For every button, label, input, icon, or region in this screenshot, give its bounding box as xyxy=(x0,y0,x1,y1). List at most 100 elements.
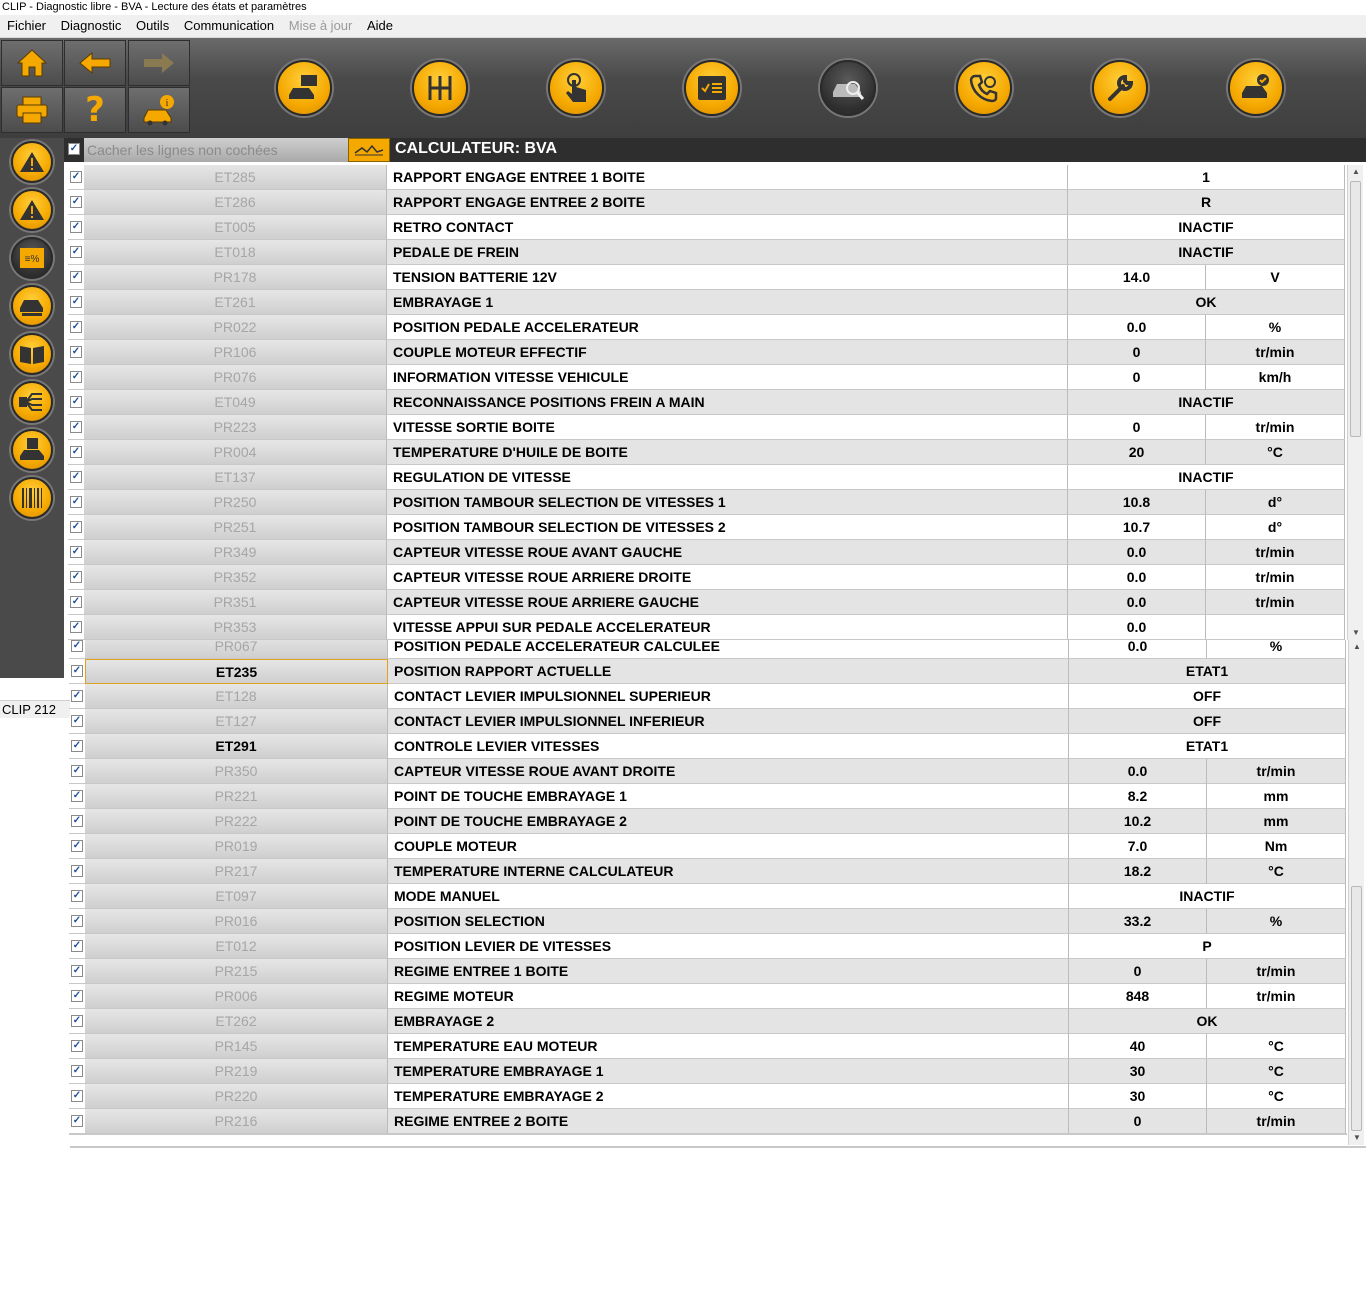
vehicle-diagnosis-button[interactable] xyxy=(820,60,876,116)
table-row[interactable]: ✓ PR223 VITESSE SORTIE BOITE 0 tr/min xyxy=(68,415,1346,440)
row-checkbox[interactable]: ✓ xyxy=(68,565,84,590)
row-checkbox[interactable]: ✓ xyxy=(69,959,85,984)
checklist-button[interactable] xyxy=(684,60,740,116)
help-button[interactable]: ? xyxy=(64,87,126,133)
table-row[interactable]: ✓ ET127 CONTACT LEVIER IMPULSIONNEL INFERI… xyxy=(69,709,1347,734)
wiring-button[interactable] xyxy=(11,381,53,423)
scroll-thumb[interactable] xyxy=(1350,181,1361,437)
touch-button[interactable] xyxy=(548,60,604,116)
table-row[interactable]: ✓ PR220 TEMPERATURE EMBRAYAGE 2 30 °C xyxy=(69,1084,1347,1109)
table-row[interactable]: ✓ PR145 TEMPERATURE EAU MOTEUR 40 °C xyxy=(69,1034,1347,1059)
menu-fichier[interactable]: Fichier xyxy=(3,15,50,37)
row-checkbox[interactable]: ✓ xyxy=(69,834,85,859)
scroll-thumb[interactable] xyxy=(1351,886,1362,1131)
row-checkbox[interactable]: ✓ xyxy=(68,490,84,515)
menu-outils[interactable]: Outils xyxy=(132,15,173,37)
row-checkbox[interactable]: ✓ xyxy=(68,340,84,365)
table-row[interactable]: ✓ PR215 REGIME ENTREE 1 BOITE 0 tr/min xyxy=(69,959,1347,984)
row-checkbox[interactable]: ✓ xyxy=(69,984,85,1009)
table-row[interactable]: ✓ PR221 POINT DE TOUCHE EMBRAYAGE 1 8.2 mm xyxy=(69,784,1347,809)
table-row[interactable]: ✓ ET286 RAPPORT ENGAGE ENTREE 2 BOITE R xyxy=(68,190,1346,215)
row-checkbox[interactable]: ✓ xyxy=(69,640,85,659)
row-checkbox[interactable]: ✓ xyxy=(69,1034,85,1059)
table-row[interactable]: ✓ PR353 VITESSE APPUI SUR PEDALE ACCELERAT… xyxy=(68,615,1346,640)
row-checkbox[interactable]: ✓ xyxy=(69,859,85,884)
row-checkbox[interactable]: ✓ xyxy=(69,1109,85,1133)
table-row[interactable]: ✓ ET097 MODE MANUEL INACTIF xyxy=(69,884,1347,909)
row-checkbox[interactable]: ✓ xyxy=(69,784,85,809)
table-row[interactable]: ✓ PR352 CAPTEUR VITESSE ROUE ARRIERE DROIT… xyxy=(68,565,1346,590)
row-checkbox[interactable]: ✓ xyxy=(69,659,85,684)
row-checkbox[interactable]: ✓ xyxy=(69,734,85,759)
table-row[interactable]: ✓ PR076 INFORMATION VITESSE VEHICULE 0 km/h xyxy=(68,365,1346,390)
table-row[interactable]: ✓ ET012 POSITION LEVIER DE VITESSES P xyxy=(69,934,1347,959)
row-checkbox[interactable]: ✓ xyxy=(68,190,84,215)
table-row[interactable]: ✓ ET128 CONTACT LEVIER IMPULSIONNEL SUPERI… xyxy=(69,684,1347,709)
row-checkbox[interactable]: ✓ xyxy=(68,615,84,640)
back-button[interactable] xyxy=(64,40,126,86)
scroll-down-arrow-icon[interactable]: ▼ xyxy=(1349,1131,1365,1145)
row-checkbox[interactable]: ✓ xyxy=(68,165,84,190)
row-checkbox[interactable]: ✓ xyxy=(68,390,84,415)
row-checkbox[interactable]: ✓ xyxy=(68,465,84,490)
table-row[interactable]: ✓ PR067 POSITION PEDALE ACCELERATEUR CALCU… xyxy=(69,640,1347,659)
table-row[interactable]: ✓ ET018 PEDALE DE FREIN INACTIF xyxy=(68,240,1346,265)
barcode-button[interactable] xyxy=(11,477,53,519)
table-row[interactable]: ✓ ET049 RECONNAISSANCE POSITIONS FREIN A M… xyxy=(68,390,1346,415)
row-checkbox[interactable]: ✓ xyxy=(69,884,85,909)
row-checkbox[interactable]: ✓ xyxy=(69,1084,85,1109)
row-checkbox[interactable]: ✓ xyxy=(68,240,84,265)
row-checkbox[interactable]: ✓ xyxy=(68,415,84,440)
row-checkbox[interactable]: ✓ xyxy=(68,365,84,390)
table-row[interactable]: ✓ PR222 POINT DE TOUCHE EMBRAYAGE 2 10.2 mm xyxy=(69,809,1347,834)
table-row[interactable]: ✓ PR178 TENSION BATTERIE 12V 14.0 V xyxy=(68,265,1346,290)
menu-communication[interactable]: Communication xyxy=(180,15,278,37)
wrench-button[interactable] xyxy=(1092,60,1148,116)
row-checkbox[interactable]: ✓ xyxy=(69,759,85,784)
row-checkbox[interactable]: ✓ xyxy=(69,684,85,709)
scroll-up-arrow-icon[interactable]: ▲ xyxy=(1349,640,1365,654)
table-row[interactable]: ✓ PR019 COUPLE MOTEUR 7.0 Nm xyxy=(69,834,1347,859)
vehicle-identification-button[interactable] xyxy=(276,60,332,116)
graph-toggle-button[interactable] xyxy=(348,138,390,162)
parameters-button[interactable]: ≡% xyxy=(11,237,53,279)
table-row[interactable]: ✓ PR216 REGIME ENTREE 2 BOITE 0 tr/min xyxy=(69,1109,1347,1133)
print-button[interactable] xyxy=(1,87,63,133)
row-checkbox[interactable]: ✓ xyxy=(69,1059,85,1084)
forward-button[interactable] xyxy=(128,40,190,86)
table-row[interactable]: ✓ ET137 REGULATION DE VITESSE INACTIF xyxy=(68,465,1346,490)
row-checkbox[interactable]: ✓ xyxy=(68,590,84,615)
table-row[interactable]: ✓ ET235 POSITION RAPPORT ACTUELLE ETAT1 xyxy=(69,659,1347,684)
row-checkbox[interactable]: ✓ xyxy=(69,909,85,934)
row-checkbox[interactable]: ✓ xyxy=(69,1009,85,1034)
hide-unchecked-checkbox[interactable]: ✓ xyxy=(68,143,81,156)
table-row[interactable]: ✓ PR016 POSITION SELECTION 33.2% xyxy=(69,909,1347,934)
row-checkbox[interactable]: ✓ xyxy=(68,515,84,540)
table-row[interactable]: ✓ PR251 POSITION TAMBOUR SELECTION DE VITE… xyxy=(68,515,1346,540)
scroll-down-arrow-icon[interactable]: ▼ xyxy=(1348,626,1364,640)
row-checkbox[interactable]: ✓ xyxy=(69,809,85,834)
table-row[interactable]: ✓ PR004 TEMPERATURE D'HUILE DE BOITE 20 °C xyxy=(68,440,1346,465)
table-row[interactable]: ✓ PR106 COUPLE MOTEUR EFFECTIF 0 tr/min xyxy=(68,340,1346,365)
row-checkbox[interactable]: ✓ xyxy=(68,215,84,240)
fault-warning-button[interactable] xyxy=(11,141,53,183)
warning-button[interactable] xyxy=(11,189,53,231)
table-row[interactable]: ✓ PR349 CAPTEUR VITESSE ROUE AVANT GAUCHE 0… xyxy=(68,540,1346,565)
scrollbar-top[interactable]: ▲ ▼ xyxy=(1347,165,1363,640)
table-row[interactable]: ✓ ET005 RETRO CONTACT INACTIF xyxy=(68,215,1346,240)
row-checkbox[interactable]: ✓ xyxy=(68,290,84,315)
row-checkbox[interactable]: ✓ xyxy=(68,440,84,465)
table-row[interactable]: ✓ ET262 EMBRAYAGE 2 OK xyxy=(69,1009,1347,1034)
menu-aide[interactable]: Aide xyxy=(363,15,397,37)
manual-book-button[interactable] xyxy=(11,333,53,375)
row-checkbox[interactable]: ✓ xyxy=(69,934,85,959)
vehicle-info-button[interactable]: i xyxy=(128,87,190,133)
phone-support-button[interactable] xyxy=(956,60,1012,116)
row-checkbox[interactable]: ✓ xyxy=(68,540,84,565)
table-row[interactable]: ✓ ET261 EMBRAYAGE 1 OK xyxy=(68,290,1346,315)
hide-unchecked-label[interactable]: Cacher les lignes non cochées xyxy=(84,138,348,162)
menu-diagnostic[interactable]: Diagnostic xyxy=(57,15,126,37)
table-row[interactable]: ✓ PR217 TEMPERATURE INTERNE CALCULATEUR 18.… xyxy=(69,859,1347,884)
table-row[interactable]: ✓ PR350 CAPTEUR VITESSE ROUE AVANT DROITE 0… xyxy=(69,759,1347,784)
scroll-up-arrow-icon[interactable]: ▲ xyxy=(1348,165,1364,179)
